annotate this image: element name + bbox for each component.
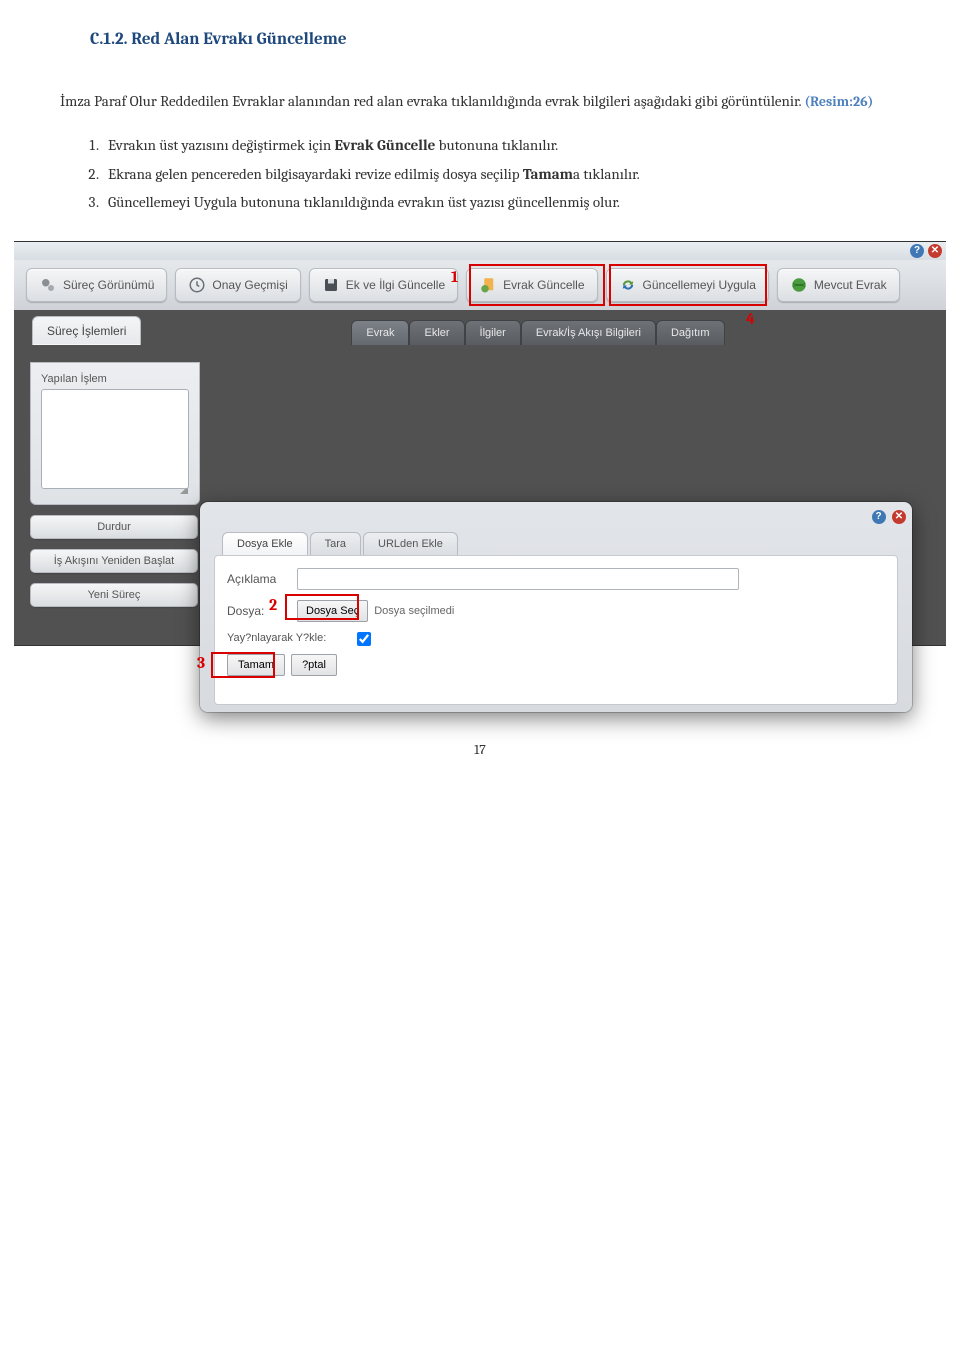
window-titlebar: ? ✕ bbox=[14, 242, 946, 260]
save-icon bbox=[322, 276, 340, 294]
tab-ekler[interactable]: Ekler bbox=[409, 320, 464, 345]
btn-iptal[interactable]: ?ptal bbox=[291, 654, 337, 676]
dialog-header-icons: ? ✕ bbox=[872, 506, 906, 524]
step-2-bold: Tamam bbox=[523, 165, 573, 183]
row-dosya: Dosya: Dosya Seç Dosya seçilmedi bbox=[227, 600, 885, 622]
step-item-2: Ekrana gelen pencereden bilgisayardaki r… bbox=[102, 160, 900, 189]
yayinlayarak-checkbox[interactable] bbox=[357, 632, 371, 646]
btn-evrak-guncelle[interactable]: Evrak Güncelle bbox=[466, 268, 597, 302]
file-dialog: ? ✕ Dosya Ekle Tara URLden Ekle Açıklama… bbox=[200, 502, 912, 712]
dosya-status: Dosya seçilmedi bbox=[374, 605, 454, 617]
step-2-pre: Ekrana gelen pencereden bilgisayardaki r… bbox=[108, 165, 523, 183]
btn-dosya-sec[interactable]: Dosya Seç bbox=[297, 600, 368, 622]
tab-dagitim[interactable]: Dağıtım bbox=[656, 320, 725, 345]
globe-icon bbox=[790, 276, 808, 294]
help-icon[interactable]: ? bbox=[910, 244, 924, 258]
intro-resim-ref: (Resim:26) bbox=[804, 93, 873, 110]
row-aciklama: Açıklama bbox=[227, 568, 885, 590]
gears-icon bbox=[39, 276, 57, 294]
dlg-tab-urlden-ekle[interactable]: URLden Ekle bbox=[363, 532, 458, 555]
step-3-pre: Güncellemeyi Uygula butonuna tıklanıldığ… bbox=[108, 193, 620, 211]
annotation-num-3: 3 bbox=[197, 654, 205, 672]
close-icon[interactable]: ✕ bbox=[928, 244, 942, 258]
step-list: Evrakın üst yazısını değiştirmek için Ev… bbox=[102, 131, 900, 217]
yayinlayarak-label: Yay?nlayarak Y?kle: bbox=[227, 632, 357, 645]
yapilan-islem-label: Yapılan İşlem bbox=[41, 373, 189, 385]
btn-mevcut-evrak[interactable]: Mevcut Evrak bbox=[777, 268, 900, 302]
aciklama-input[interactable] bbox=[297, 568, 739, 590]
btn-ek-ilgi-guncelle[interactable]: Ek ve İlgi Güncelle bbox=[309, 268, 458, 302]
btn-ek-ilgi-guncelle-label: Ek ve İlgi Güncelle bbox=[346, 278, 445, 292]
btn-evrak-guncelle-label: Evrak Güncelle bbox=[503, 278, 584, 292]
btn-durdur[interactable]: Durdur bbox=[30, 515, 198, 539]
tab-evrak-is-akisi[interactable]: Evrak/İş Akışı Bilgileri bbox=[521, 320, 656, 345]
help-icon[interactable]: ? bbox=[872, 510, 886, 524]
annotation-num-4: 4 bbox=[746, 310, 755, 328]
close-icon[interactable]: ✕ bbox=[892, 510, 906, 524]
tabs-container: Süreç İşlemleri Evrak Ekler İlgiler Evra… bbox=[14, 310, 946, 345]
dialog-body: Açıklama Dosya: Dosya Seç Dosya seçilmed… bbox=[214, 555, 898, 705]
annotation-num-1: 1 bbox=[451, 268, 458, 286]
row-actions: Tamam ?ptal bbox=[227, 654, 885, 676]
dosya-label: Dosya: bbox=[227, 604, 297, 618]
annotation-num-2: 2 bbox=[269, 596, 277, 614]
dlg-tab-dosya-ekle[interactable]: Dosya Ekle bbox=[222, 532, 308, 555]
btn-surec-gorunumu[interactable]: Süreç Görünümü bbox=[26, 268, 167, 302]
intro-paragraph: İmza Paraf Olur Reddedilen Evraklar alan… bbox=[60, 89, 900, 113]
sync-icon bbox=[619, 276, 637, 294]
step-1-bold: Evrak Güncelle bbox=[335, 136, 436, 154]
btn-mevcut-evrak-label: Mevcut Evrak bbox=[814, 278, 887, 292]
page-number: 17 bbox=[60, 741, 900, 758]
yapilan-islem-textarea[interactable] bbox=[41, 389, 189, 489]
step-item-1: Evrakın üst yazısını değiştirmek için Ev… bbox=[102, 131, 900, 160]
step-1-post: butonuna tıklanılır. bbox=[435, 136, 558, 154]
dlg-tab-tara[interactable]: Tara bbox=[310, 532, 361, 555]
btn-guncellemeyi-uygula-label: Güncellemeyi Uygula bbox=[643, 278, 756, 292]
step-1-pre: Evrakın üst yazısını değiştirmek için bbox=[108, 136, 335, 154]
main-toolbar: Süreç Görünümü Onay Geçmişi Ek ve İlgi G… bbox=[14, 260, 946, 310]
step-item-3: Güncellemeyi Uygula butonuna tıklanıldığ… bbox=[102, 188, 900, 217]
btn-is-akisini-yeniden-baslat[interactable]: İş Akışını Yeniden Başlat bbox=[30, 549, 198, 573]
tab-surec-islemleri[interactable]: Süreç İşlemleri bbox=[32, 316, 141, 345]
row-yayinlayarak: Yay?nlayarak Y?kle: bbox=[227, 632, 885, 646]
dialog-tabs: Dosya Ekle Tara URLden Ekle bbox=[222, 532, 912, 555]
app-screenshot: ? ✕ Süreç Görünümü Onay Geçmişi Ek ve İl… bbox=[14, 241, 946, 646]
aciklama-label: Açıklama bbox=[227, 572, 297, 586]
left-panel: Yapılan İşlem Durdur İş Akışını Yeniden … bbox=[30, 362, 200, 607]
btn-tamam[interactable]: Tamam bbox=[227, 654, 285, 676]
tab-evrak[interactable]: Evrak bbox=[351, 320, 409, 345]
btn-guncellemeyi-uygula[interactable]: Güncellemeyi Uygula bbox=[606, 268, 769, 302]
tab-ilgiler[interactable]: İlgiler bbox=[465, 320, 521, 345]
step-2-post: a tıklanılır. bbox=[573, 165, 640, 183]
left-panel-body: Yapılan İşlem bbox=[30, 362, 200, 505]
document-refresh-icon bbox=[479, 276, 497, 294]
btn-yeni-surec[interactable]: Yeni Süreç bbox=[30, 583, 198, 607]
clock-icon bbox=[188, 276, 206, 294]
btn-onay-gecmisi-label: Onay Geçmişi bbox=[212, 278, 287, 292]
btn-surec-gorunumu-label: Süreç Görünümü bbox=[63, 278, 154, 292]
section-heading: C.1.2. Red Alan Evrakı Güncelleme bbox=[90, 30, 900, 49]
btn-onay-gecmisi[interactable]: Onay Geçmişi bbox=[175, 268, 300, 302]
intro-text: İmza Paraf Olur Reddedilen Evraklar alan… bbox=[60, 92, 804, 110]
